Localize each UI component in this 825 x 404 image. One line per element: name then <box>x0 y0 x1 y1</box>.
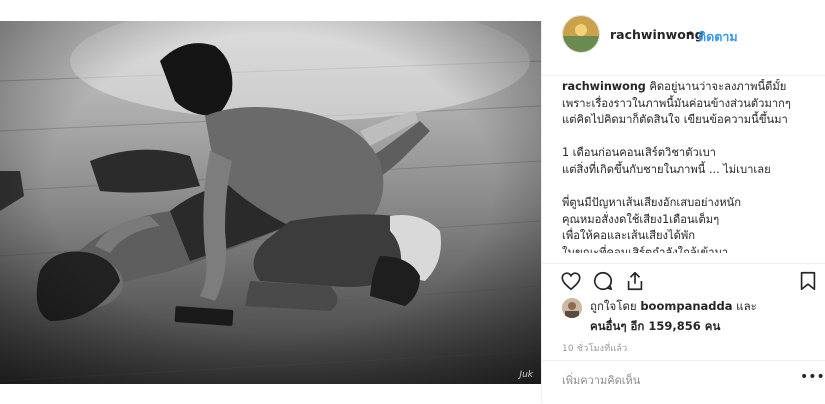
post-sidebar: rachwinwong • ติดตาม rachwinwong คิดอยู่… <box>541 15 825 404</box>
likes-prefix: ถูกใจโดย <box>590 299 637 313</box>
caption-line: เพราะเรื่องราวในภาพนี้มันค่อนข้างส่วนตัว… <box>562 96 791 110</box>
caption-line: 1 เดือนก่อนคอนเสิร์ตวิชาตัวเบา <box>562 146 716 160</box>
avatar[interactable] <box>562 15 600 53</box>
avatar-image <box>563 16 599 52</box>
likes-line: ถูกใจโดย boompanadda และ <box>590 298 757 316</box>
liker-avatar[interactable] <box>562 298 582 318</box>
post-actions <box>542 263 825 294</box>
likes-summary: ถูกใจโดย boompanadda และ คนอื่นๆ อีก 159… <box>562 296 822 340</box>
caption-line: คุณหมอสั่งงดใช้เสียง1เดือนเต็มๆ <box>562 212 720 226</box>
caption-line: แต่คิดไปคิดมาก็ตัดสินใจ เขียนข้อความนี้ข… <box>562 113 788 127</box>
liker-username[interactable]: boompanadda <box>640 299 732 313</box>
likes-count-link[interactable]: คนอื่นๆ อีก 159,856 คน <box>590 318 720 336</box>
comment-icon[interactable] <box>592 270 616 294</box>
caption-username[interactable]: rachwinwong <box>562 80 646 93</box>
post-caption: rachwinwong คิดอยู่นานว่าจะลงภาพนี้ดีมั้… <box>562 79 820 253</box>
caption-line: rachwinwong คิดอยู่นานว่าจะลงภาพนี้ดีมั้… <box>562 79 820 96</box>
bookmark-icon[interactable] <box>797 270 821 294</box>
follow-button[interactable]: ติดตาม <box>698 27 738 47</box>
caption-line: เพื่อให้คอและเส้นเสียงได้พัก <box>562 229 696 243</box>
post-header: rachwinwong • ติดตาม <box>542 15 825 76</box>
likes-suffix: และ <box>736 299 757 313</box>
more-options-icon[interactable]: ••• <box>800 369 825 385</box>
caption-gap <box>562 129 820 146</box>
share-icon[interactable] <box>624 270 648 294</box>
post-photo[interactable]: Juk <box>0 21 541 384</box>
caption-line: ในขณะที่คอนเสิร์ตกำลังใกล้เข้ามา <box>562 245 729 253</box>
photo-signature: Juk <box>519 370 533 380</box>
instagram-post: Juk rachwinwong • ติดตาม rachwinwong คิด… <box>0 0 825 403</box>
photo-illustration <box>0 21 541 384</box>
caption-text: คิดอยู่นานว่าจะลงภาพนี้ดีมั้ย <box>649 80 787 93</box>
caption-line: พี่ตูนมีปัญหาเส้นเสียงอักเสบอย่างหนัก <box>562 196 741 210</box>
comment-input[interactable]: เพิ่มความคิดเห็น <box>562 371 782 389</box>
heart-icon[interactable] <box>560 270 584 294</box>
caption-gap <box>562 179 820 196</box>
post-timestamp[interactable]: 10 ชั่วโมงที่แล้ว <box>562 341 627 355</box>
caption-line: แต่สิ่งที่เกิดขึ้นกับชายในภาพนี้ ... ไม่… <box>562 162 771 176</box>
separator-dot: • <box>687 27 695 41</box>
comment-box: เพิ่มความคิดเห็น ••• <box>542 360 825 404</box>
